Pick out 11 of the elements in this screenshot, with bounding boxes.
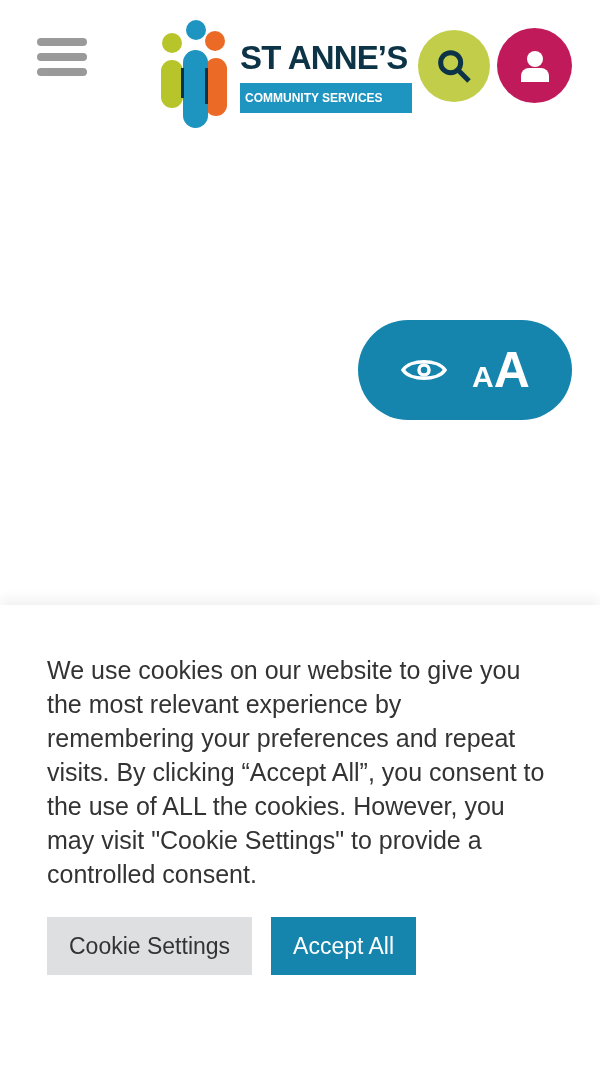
logo-subtitle: COMMUNITY SERVICES [240,83,412,113]
accept-button[interactable]: Accept All [271,917,417,975]
small-letter: A [472,362,494,392]
logo-figures-icon [160,18,230,128]
logo-title: ST ANNE’S [240,38,409,78]
user-icon [520,49,549,82]
settings-button[interactable]: Cookie Settings [47,917,253,975]
large-letter: A [493,348,530,392]
accessibility-button[interactable]: AA [358,320,572,420]
cookie-message: We use cookies on our website to give you the most relevant experience by remembering your preferences and repeat visits. By clicking “Accept All”, you consent to the use of ALL the cookies. However, you may visit "Cookie Settings" to provide a controlled consent. [47,655,546,890]
menu-button[interactable] [37,36,87,78]
